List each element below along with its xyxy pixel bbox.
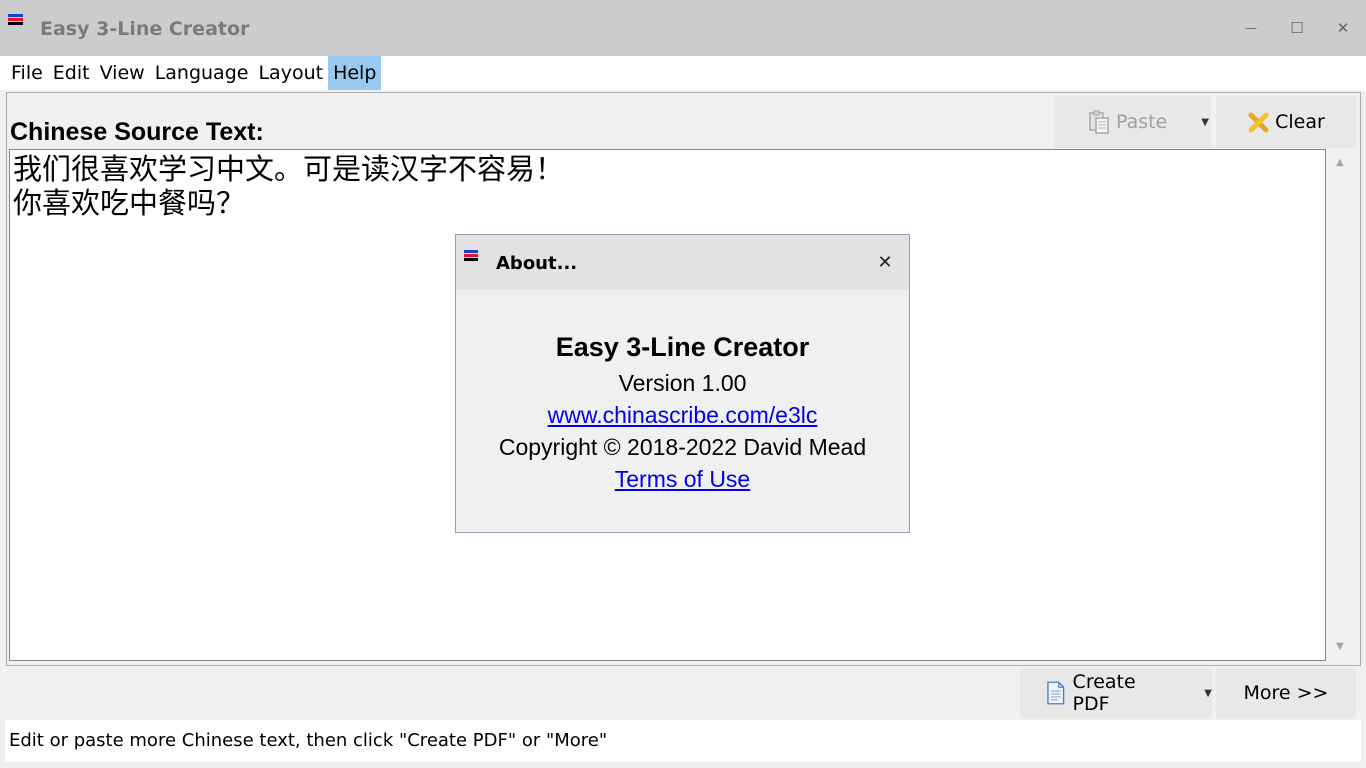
close-icon: ✕ — [1336, 19, 1350, 37]
create-pdf-dropdown-arrow-icon[interactable]: ▼ — [1204, 688, 1212, 699]
maximize-button[interactable]: ☐ — [1274, 8, 1320, 48]
title-bar: Easy 3-Line Creator — ☐ ✕ — [0, 0, 1366, 56]
vertical-scrollbar[interactable]: ▲ ▼ — [1329, 149, 1354, 661]
paste-button[interactable]: Paste ▼ — [1054, 96, 1211, 148]
menu-bar: File Edit View Language Layout Help — [0, 56, 1366, 90]
scroll-up-icon[interactable]: ▲ — [1336, 157, 1344, 168]
more-button[interactable]: More >> — [1216, 668, 1356, 718]
dialog-close-button[interactable]: ✕ — [870, 249, 900, 275]
create-pdf-label: Create PDF — [1072, 671, 1136, 715]
paste-icon — [1089, 110, 1109, 134]
dialog-body: Easy 3-Line Creator Version 1.00 www.chi… — [456, 327, 909, 495]
pdf-document-icon — [1047, 681, 1065, 705]
source-text-line: 你喜欢吃中餐吗？ — [13, 186, 246, 220]
menu-help[interactable]: Help — [328, 56, 382, 90]
about-app-name: Easy 3-Line Creator — [555, 332, 810, 362]
menu-edit[interactable]: Edit — [48, 56, 95, 90]
terms-of-use-link[interactable]: Terms of Use — [615, 466, 750, 492]
dialog-title: About... — [496, 253, 578, 274]
menu-layout[interactable]: Layout — [253, 56, 328, 90]
clear-label: Clear — [1275, 111, 1325, 133]
window-title: Easy 3-Line Creator — [40, 18, 250, 40]
more-label: More >> — [1243, 682, 1329, 704]
about-version: Version 1.00 — [618, 370, 747, 396]
source-text-heading: Chinese Source Text: — [10, 118, 264, 146]
about-copyright: Copyright © 2018-2022 David Mead — [498, 434, 867, 460]
minimize-button[interactable]: — — [1228, 8, 1274, 48]
about-dialog: About... ✕ Easy 3-Line Creator Version 1… — [455, 234, 910, 533]
close-button[interactable]: ✕ — [1320, 8, 1366, 48]
menu-language[interactable]: Language — [150, 56, 254, 90]
menu-view[interactable]: View — [95, 56, 150, 90]
clear-x-icon — [1248, 112, 1269, 133]
paste-label: Paste — [1116, 111, 1168, 133]
status-text: Edit or paste more Chinese text, then cl… — [9, 730, 608, 751]
maximize-icon: ☐ — [1290, 19, 1304, 37]
app-flag-icon — [8, 14, 23, 28]
dialog-title-bar[interactable]: About... ✕ — [456, 235, 909, 290]
source-text-line: 我们很喜欢学习中文。可是读汉字不容易！ — [13, 152, 565, 186]
minimize-icon: — — [1245, 21, 1257, 35]
status-bar: Edit or paste more Chinese text, then cl… — [5, 720, 1361, 762]
create-pdf-button[interactable]: Create PDF ▼ — [1020, 668, 1212, 718]
scroll-down-icon[interactable]: ▼ — [1336, 641, 1344, 652]
clear-button[interactable]: Clear — [1216, 96, 1356, 148]
website-link[interactable]: www.chinascribe.com/e3lc — [548, 402, 818, 428]
paste-dropdown-arrow-icon[interactable]: ▼ — [1201, 117, 1209, 128]
close-icon: ✕ — [877, 251, 893, 273]
menu-file[interactable]: File — [6, 56, 48, 90]
app-flag-icon — [464, 250, 478, 264]
